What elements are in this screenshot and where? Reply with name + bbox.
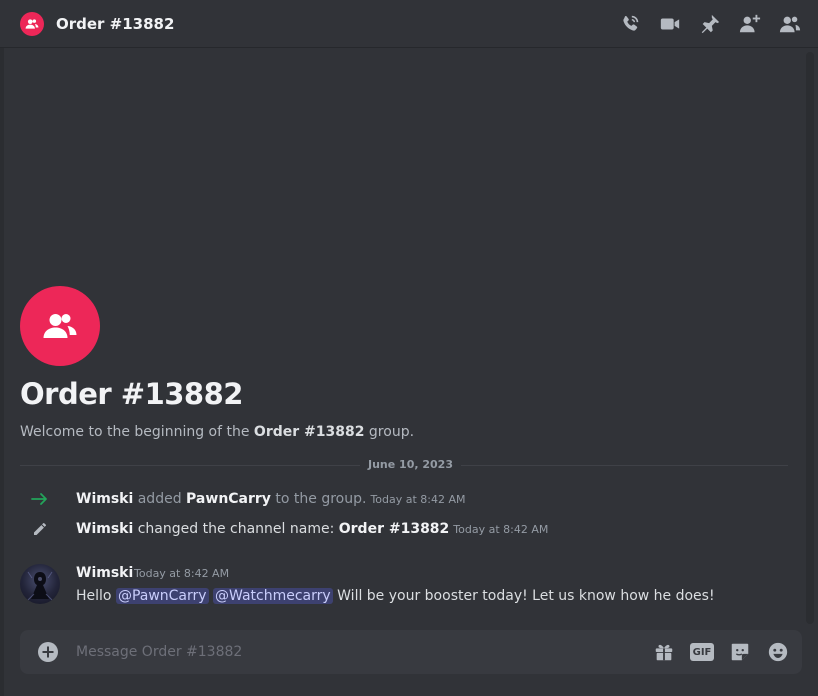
member-list-icon[interactable] [778, 12, 802, 36]
left-edge [0, 48, 4, 696]
action-text: added [133, 491, 187, 507]
system-message-text: Wimski added PawnCarry to the group. Toda… [76, 489, 466, 510]
gif-label: GIF [690, 643, 714, 661]
phone-call-icon[interactable] [618, 12, 642, 36]
avatar[interactable] [20, 564, 60, 604]
group-icon [25, 19, 39, 29]
welcome-title: Order #13882 [20, 377, 243, 411]
sticker-icon[interactable] [728, 640, 752, 664]
message-composer: GIF [20, 630, 802, 674]
pin-icon[interactable] [698, 12, 722, 36]
welcome-sub-group-name: Order #13882 [253, 424, 365, 440]
join-arrow-icon [30, 489, 50, 509]
actor-name[interactable]: Wimski [76, 491, 133, 507]
channel-header: Order #13882 [0, 0, 818, 48]
new-channel-name: Order #13882 [338, 521, 450, 537]
group-icon [43, 314, 77, 338]
composer-toolbar: GIF [652, 640, 790, 664]
add-friend-icon[interactable] [738, 12, 762, 36]
welcome-sub-prefix: Welcome to the beginning of the [20, 424, 254, 440]
action-text: changed the channel name: [133, 521, 339, 537]
suffix-text: to the group. [270, 491, 367, 507]
timestamp: Today at 8:42 AM [370, 493, 466, 506]
message-text-suffix: Will be your booster today! Let us know … [332, 588, 715, 604]
message-input[interactable] [76, 642, 636, 662]
header-toolbar [618, 12, 802, 36]
message-text-prefix: Hello [76, 588, 116, 604]
system-message-renamed: Wimski changed the channel name: Order #… [0, 518, 800, 540]
emoji-icon[interactable] [766, 640, 790, 664]
add-attachment-icon[interactable] [36, 640, 60, 664]
avatar-image [27, 571, 53, 601]
system-message-text: Wimski changed the channel name: Order #… [76, 519, 548, 540]
group-avatar[interactable] [20, 12, 44, 36]
timestamp: Today at 8:42 AM [453, 523, 549, 536]
video-camera-icon[interactable] [658, 12, 682, 36]
channel-title: Order #13882 [56, 15, 175, 33]
pencil-icon [30, 519, 50, 539]
gif-icon[interactable]: GIF [690, 640, 714, 664]
group-avatar-large [20, 286, 100, 366]
message-timestamp: Today at 8:42 AM [134, 567, 230, 580]
welcome-subtitle: Welcome to the beginning of the Order #1… [20, 422, 414, 442]
message-author[interactable]: Wimski [76, 563, 133, 583]
gift-icon[interactable] [652, 640, 676, 664]
message-content: Hello @PawnCarry @Watchmecarry Will be y… [76, 585, 715, 607]
mention-pawncarry[interactable]: @PawnCarry [115, 588, 209, 604]
actor-name[interactable]: Wimski [76, 521, 133, 537]
target-name[interactable]: PawnCarry [186, 491, 271, 507]
welcome-sub-suffix: group. [364, 424, 415, 440]
system-message-added: Wimski added PawnCarry to the group. Toda… [0, 488, 800, 510]
date-divider-label: June 10, 2023 [360, 458, 461, 472]
mention-watchmecarry[interactable]: @Watchmecarry [213, 588, 333, 604]
scrollbar[interactable] [806, 52, 814, 624]
